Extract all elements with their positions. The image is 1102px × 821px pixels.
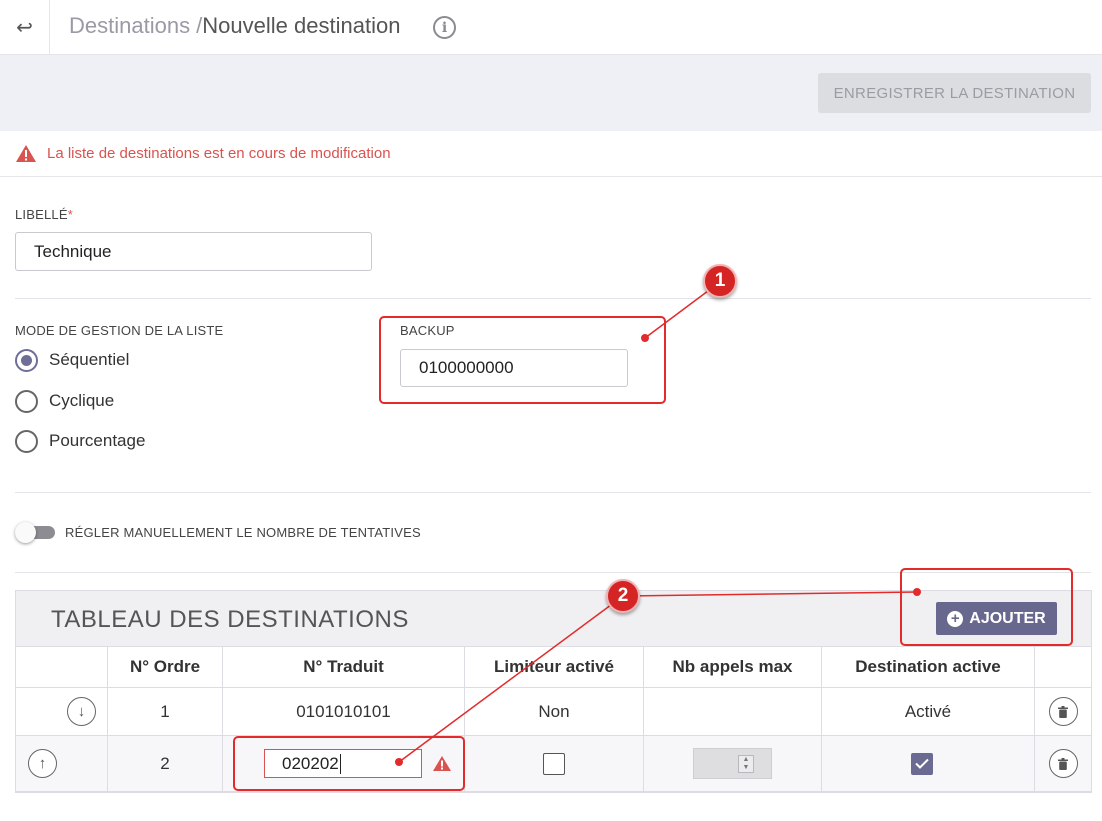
- radio-sequentiel[interactable]: Séquentiel: [15, 347, 129, 373]
- annotation-box-add: [900, 568, 1073, 646]
- back-arrow-icon[interactable]: ↩: [0, 0, 50, 55]
- top-bar: ↩ Destinations /Nouvelle destination i: [0, 0, 1102, 55]
- trash-icon[interactable]: [1048, 749, 1078, 778]
- table-cell-limiteur: [465, 736, 644, 792]
- divider: [15, 492, 1091, 493]
- radio-unselected-icon[interactable]: [15, 429, 38, 453]
- libelle-label: LIBELLÉ*: [15, 207, 73, 222]
- table-cell-nb-appels: [644, 688, 822, 736]
- annotation-badge-2: 2: [606, 579, 640, 613]
- limiteur-checkbox[interactable]: [543, 752, 565, 775]
- annotation-box-backup: [379, 316, 666, 404]
- libelle-input[interactable]: Technique: [15, 232, 372, 271]
- table-cell-limiteur: Non: [465, 688, 644, 736]
- radio-pourcentage[interactable]: Pourcentage: [15, 428, 145, 454]
- table-cell-active: [822, 736, 1035, 792]
- page-title: Nouvelle destination: [202, 13, 401, 38]
- radio-selected-icon[interactable]: [15, 348, 38, 372]
- table-cell-traduit: 0101010101: [223, 688, 465, 736]
- warning-message: La liste de destinations est en cours de…: [47, 145, 391, 162]
- table-cell-delete: [1035, 736, 1091, 792]
- toggle-label: RÉGLER MANUELLEMENT LE NOMBRE DE TENTATI…: [65, 525, 421, 540]
- table-row-move-cell: ↑: [16, 736, 108, 792]
- radio-cyclique[interactable]: Cyclique: [15, 388, 114, 414]
- breadcrumb-parent-link[interactable]: Destinations /: [69, 13, 202, 38]
- arrow-down-icon[interactable]: ↓: [67, 697, 96, 726]
- table-row-move-cell: ↓: [16, 688, 108, 736]
- divider: [15, 298, 1091, 299]
- column-header-traduit: N° Traduit: [223, 647, 465, 688]
- table-cell-delete: [1035, 688, 1091, 736]
- table-cell-ordre: 1: [108, 688, 223, 736]
- required-asterisk: *: [67, 207, 73, 222]
- libelle-label-text: LIBELLÉ: [15, 207, 68, 222]
- radio-label: Séquentiel: [49, 350, 130, 369]
- breadcrumb: Destinations /Nouvelle destination: [69, 13, 400, 39]
- table-cell-nb-appels: ▲ ▼: [644, 736, 822, 792]
- radio-label: Pourcentage: [49, 431, 146, 450]
- mode-label: MODE DE GESTION DE LA LISTE: [15, 323, 224, 338]
- table-title: TABLEAU DES DESTINATIONS: [51, 606, 409, 633]
- warning-triangle-icon: [16, 145, 36, 162]
- arrow-up-icon[interactable]: ↑: [28, 749, 57, 778]
- table-cell-active: Activé: [822, 688, 1035, 736]
- nb-appels-stepper[interactable]: ▲ ▼: [693, 748, 772, 779]
- column-header-nb-appels: Nb appels max: [644, 647, 822, 688]
- annotation-badge-1: 1: [703, 264, 737, 298]
- radio-label: Cyclique: [49, 391, 115, 410]
- info-icon[interactable]: i: [433, 16, 456, 39]
- attempts-toggle[interactable]: [15, 522, 55, 543]
- radio-unselected-icon[interactable]: [15, 389, 38, 413]
- spinner-arrows-icon[interactable]: ▲ ▼: [738, 755, 754, 773]
- column-header-limiteur: Limiteur activé: [465, 647, 644, 688]
- active-checkbox[interactable]: [911, 752, 933, 775]
- column-header-destination-active: Destination active: [822, 647, 1035, 688]
- annotation-box-input: [233, 736, 465, 791]
- column-header-actions: [1035, 647, 1091, 688]
- column-header-move: [16, 647, 108, 688]
- trash-icon[interactable]: [1048, 697, 1078, 726]
- table-cell-ordre: 2: [108, 736, 223, 792]
- column-header-ordre: N° Ordre: [108, 647, 223, 688]
- save-destination-button[interactable]: ENREGISTRER LA DESTINATION: [818, 73, 1091, 113]
